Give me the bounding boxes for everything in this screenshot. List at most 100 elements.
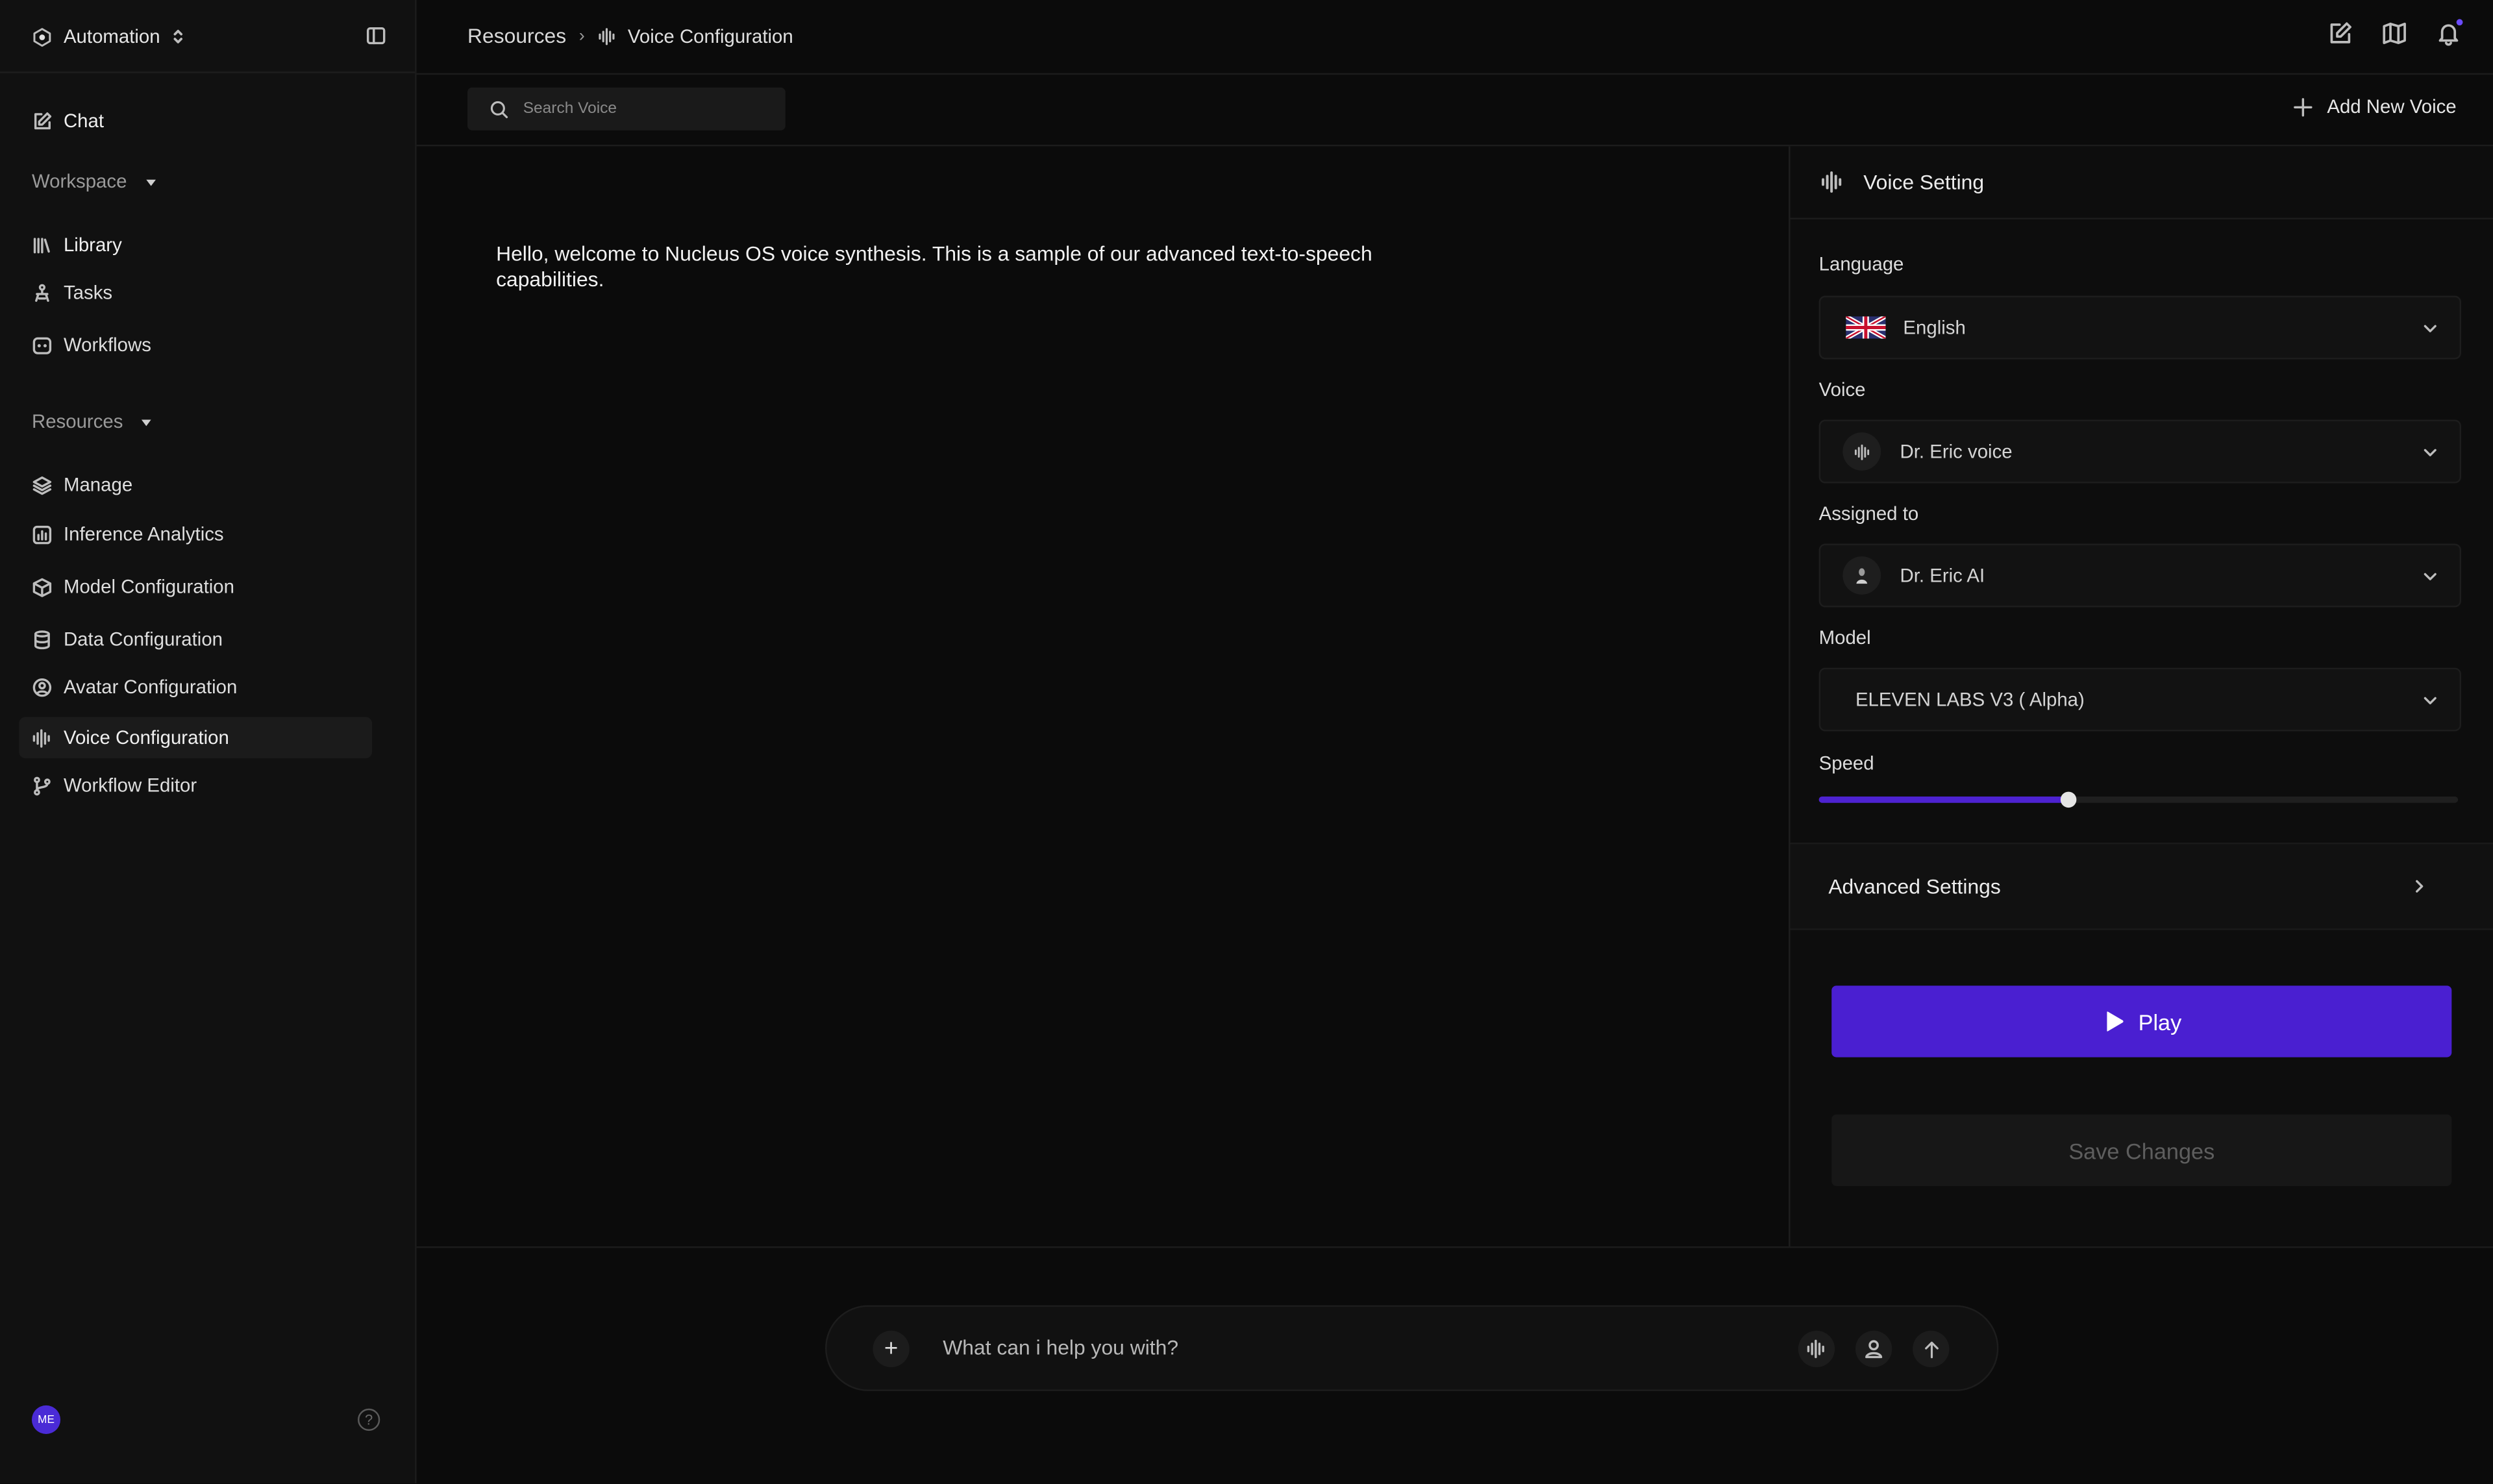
sidebar-item-label: Inference Analytics: [63, 523, 224, 545]
save-changes-button[interactable]: Save Changes: [1831, 1114, 2452, 1186]
library-icon: [33, 237, 50, 253]
sidebar-item-voice-configuration[interactable]: Voice Configuration: [19, 717, 373, 759]
speed-label: Speed: [1818, 752, 1874, 774]
advanced-settings-row[interactable]: Advanced Settings: [1790, 842, 2493, 930]
language-select[interactable]: English: [1818, 295, 2462, 360]
sidebar-item-workflow-editor[interactable]: Workflow Editor: [19, 765, 372, 806]
chat-input[interactable]: [939, 1333, 1709, 1361]
map-button[interactable]: [2382, 21, 2407, 46]
chevron-down-icon: [2424, 449, 2437, 456]
workflows-icon: [32, 336, 52, 354]
resources-section-toggle[interactable]: Resources: [32, 410, 152, 432]
add-new-voice-button[interactable]: Add New Voice: [2292, 95, 2457, 118]
org-switcher[interactable]: Automation: [32, 22, 184, 51]
sidebar-item-model-configuration[interactable]: Model Configuration: [19, 566, 372, 608]
speed-slider-fill: [1818, 796, 2068, 803]
notification-dot: [2456, 19, 2463, 26]
user-icon: [1865, 1340, 1883, 1359]
sidebar-item-inference-analytics[interactable]: Inference Analytics: [19, 513, 372, 555]
breadcrumb-separator: ›: [578, 26, 585, 45]
sidebar-item-manage[interactable]: Manage: [19, 464, 372, 506]
send-button[interactable]: [1913, 1330, 1950, 1368]
sidebar-item-label: Library: [63, 234, 122, 256]
chevron-right-icon: [2416, 880, 2424, 893]
search-input[interactable]: [519, 98, 765, 119]
language-value: English: [1903, 316, 1966, 339]
voice-input-button[interactable]: [1798, 1330, 1835, 1368]
speed-slider-thumb[interactable]: [2060, 791, 2076, 808]
plus-icon: [2293, 97, 2312, 116]
play-icon: [2107, 1011, 2124, 1032]
sample-text[interactable]: Hello, welcome to Nucleus OS voice synth…: [496, 241, 1466, 291]
attach-button[interactable]: +: [873, 1330, 910, 1368]
sidebar: Automation Chat Workspace Library Tasks …: [0, 0, 417, 1483]
sidebar-item-data-configuration[interactable]: Data Configuration: [19, 619, 372, 660]
sidebar-item-label: Manage: [63, 473, 133, 497]
help-button[interactable]: ?: [358, 1408, 380, 1431]
edit-icon: [2330, 22, 2351, 43]
chevron-updown-icon: [173, 29, 182, 43]
breadcrumb: Resources › Voice Configuration: [467, 24, 793, 48]
assigned-to-select[interactable]: Dr. Eric AI: [1818, 543, 2462, 608]
speed-slider[interactable]: [1818, 791, 2459, 808]
add-new-voice-label: Add New Voice: [2327, 95, 2457, 118]
breadcrumb-current-label: Voice Configuration: [627, 24, 793, 47]
assigned-avatar: [1842, 556, 1881, 595]
notifications-button[interactable]: [2436, 19, 2463, 46]
uk-flag-icon: [1846, 316, 1886, 339]
map-icon: [2383, 22, 2406, 44]
assigned-to-label: Assigned to: [1818, 502, 1919, 525]
sidebar-item-chat[interactable]: Chat: [19, 100, 372, 142]
sidebar-item-avatar-configuration[interactable]: Avatar Configuration: [19, 666, 372, 708]
sidebar-item-label: Workflow Editor: [63, 774, 197, 797]
breadcrumb-current: Voice Configuration: [597, 25, 793, 47]
top-actions: [2327, 19, 2463, 46]
top-bar: Resources › Voice Configuration: [416, 0, 2493, 75]
chevron-down-icon: [2424, 697, 2437, 704]
toolbar: Add New Voice: [416, 73, 2493, 147]
collapse-sidebar-button[interactable]: [366, 25, 386, 46]
git-branch-icon: [34, 776, 51, 795]
sidebar-item-workflows[interactable]: Workflows: [19, 325, 372, 366]
model-select[interactable]: ELEVEN LABS V3 ( Alpha): [1818, 667, 2462, 732]
voice-select[interactable]: Dr. Eric voice: [1818, 419, 2462, 484]
user-circle-icon: [32, 677, 52, 697]
layers-icon: [32, 475, 52, 495]
voice-avatar: [1842, 432, 1881, 471]
sidebar-item-label: Avatar Configuration: [63, 675, 238, 699]
edit-icon: [34, 111, 52, 129]
chevron-down-icon: [2424, 325, 2437, 332]
chat-bar: +: [825, 1305, 1999, 1391]
workspace-section-toggle[interactable]: Workspace: [32, 170, 156, 192]
model-value: ELEVEN LABS V3 ( Alpha): [1855, 688, 2085, 711]
cube-icon: [32, 577, 52, 597]
chevron-down-icon: [2424, 573, 2437, 580]
waveform-icon: [598, 27, 615, 45]
waveform-icon: [1854, 443, 1868, 460]
sidebar-item-label: Data Configuration: [63, 628, 223, 650]
avatar-button[interactable]: [1855, 1330, 1892, 1368]
sidebar-item-library[interactable]: Library: [19, 224, 372, 266]
voice-value: Dr. Eric voice: [1900, 440, 2013, 463]
panel-header: Voice Setting: [1790, 146, 2493, 219]
sidebar-item-tasks[interactable]: Tasks: [19, 272, 372, 314]
voice-label: Voice: [1818, 378, 1866, 401]
search-box[interactable]: [467, 87, 786, 130]
caret-down-icon: [142, 419, 152, 426]
user-avatar[interactable]: ME: [31, 1405, 61, 1434]
sidebar-item-label: Tasks: [63, 281, 113, 304]
search-icon: [490, 100, 508, 117]
play-button[interactable]: Play: [1831, 985, 2452, 1057]
language-label: Language: [1818, 253, 1904, 275]
panel-title: Voice Setting: [1863, 170, 1985, 194]
resources-section-label: Resources: [31, 410, 123, 433]
analytics-icon: [32, 525, 52, 544]
sidebar-item-label: Workflows: [63, 334, 151, 356]
waveform-icon: [1807, 1339, 1824, 1359]
sidebar-divider: [0, 71, 416, 73]
tasks-icon: [35, 283, 49, 301]
new-chat-button[interactable]: [2327, 21, 2353, 46]
caret-down-icon: [145, 179, 156, 186]
arrow-up-icon: [1924, 1341, 1938, 1358]
breadcrumb-root[interactable]: Resources: [467, 24, 566, 48]
